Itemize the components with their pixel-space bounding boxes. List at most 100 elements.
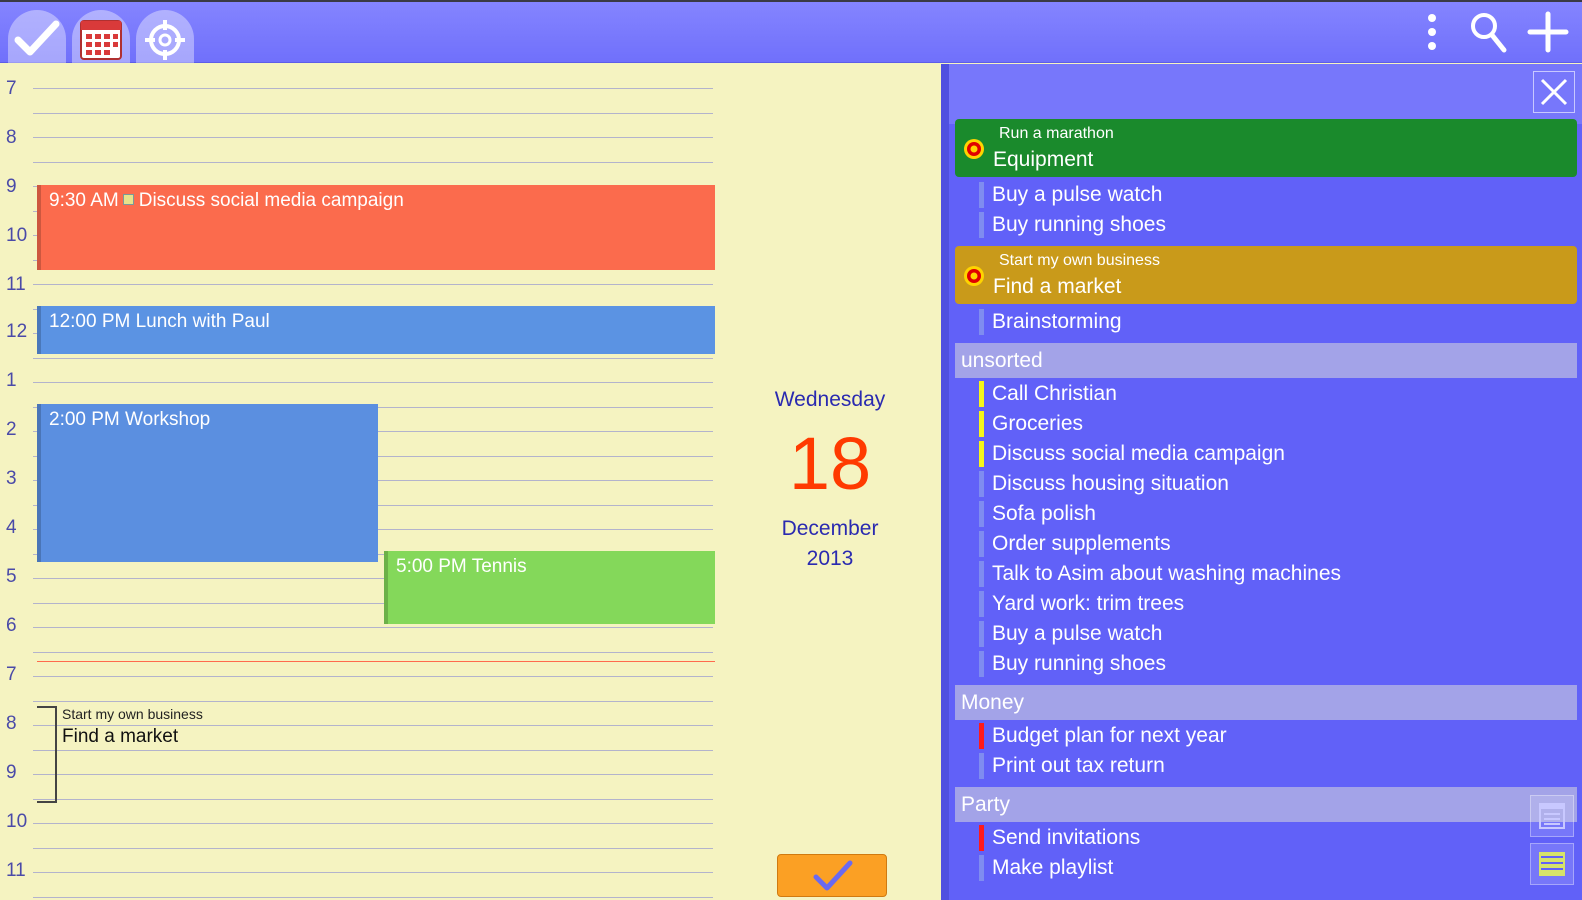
- grid-line: [33, 112, 713, 114]
- calendar-icon: [1539, 803, 1565, 829]
- group-header-party[interactable]: Party: [955, 787, 1577, 822]
- group-header-money[interactable]: Money: [955, 685, 1577, 720]
- grid-line: [33, 88, 713, 89]
- event-time: 5:00 PM: [396, 556, 467, 577]
- task-item[interactable]: Talk to Asim about washing machines: [979, 559, 1341, 589]
- priority-bar: [979, 411, 984, 437]
- task-item[interactable]: Budget plan for next year: [979, 721, 1227, 751]
- checkmark-icon: [813, 860, 853, 891]
- date-weekday: Wednesday: [774, 388, 886, 411]
- scheduled-goal-task[interactable]: Find a market: [62, 726, 178, 748]
- plus-icon[interactable]: [1526, 10, 1570, 54]
- priority-bar: [979, 309, 984, 335]
- task-marker-icon: [122, 194, 134, 205]
- list-view-button[interactable]: [1530, 843, 1574, 885]
- tab-goals[interactable]: [136, 10, 194, 63]
- priority-bar: [979, 855, 984, 881]
- scheduled-goal-name[interactable]: Start my own business: [62, 706, 203, 722]
- priority-bar: [979, 212, 984, 238]
- task-item[interactable]: Buy a pulse watch: [979, 180, 1162, 210]
- task-label: Talk to Asim about washing machines: [992, 562, 1342, 585]
- more-vertical-icon[interactable]: [1410, 10, 1454, 54]
- task-item[interactable]: Make playlist: [979, 853, 1113, 883]
- current-time-line: [37, 661, 715, 662]
- task-label: Call Christian: [992, 382, 1117, 405]
- event-time: 12:00 PM: [49, 311, 131, 332]
- priority-bar: [979, 561, 984, 587]
- calendar-view-button[interactable]: [1530, 795, 1574, 837]
- event-title: Workshop: [125, 409, 211, 430]
- grid-line: [33, 774, 713, 775]
- close-panel-button[interactable]: [1533, 71, 1575, 113]
- date-month: December: [781, 517, 879, 540]
- event-card[interactable]: 5:00 PM Tennis: [384, 551, 715, 624]
- priority-bar: [979, 753, 984, 779]
- day-calendar-grid[interactable]: 7 8 9 10 11 12 1 2 3 4 5 6 7 8 9 10 11 9…: [0, 64, 720, 900]
- hour-label: 7: [6, 664, 17, 685]
- task-item[interactable]: Send invitations: [979, 823, 1140, 853]
- hour-label: 1: [6, 370, 17, 391]
- goal-card[interactable]: Start my own business Find a market: [955, 246, 1577, 304]
- search-icon[interactable]: [1467, 10, 1511, 54]
- grid-line: [33, 872, 713, 873]
- priority-bar: [979, 723, 984, 749]
- grid-line: [33, 137, 713, 138]
- task-item[interactable]: Groceries: [979, 409, 1083, 439]
- task-item[interactable]: Order supplements: [979, 529, 1171, 559]
- priority-bar: [979, 825, 984, 851]
- hour-label: 3: [6, 468, 17, 489]
- task-label: Groceries: [992, 412, 1084, 435]
- grid-line: [33, 896, 713, 898]
- done-button[interactable]: [777, 854, 887, 897]
- task-panel-header: [949, 64, 1582, 124]
- task-item[interactable]: Print out tax return: [979, 751, 1165, 781]
- priority-bar: [979, 651, 984, 677]
- task-item[interactable]: Buy running shoes: [979, 649, 1166, 679]
- hour-label: 8: [6, 127, 17, 148]
- task-label: Buy running shoes: [992, 652, 1166, 675]
- goal-name: Start my own business: [999, 252, 1160, 269]
- panel-divider: [941, 64, 949, 900]
- priority-bar: [979, 182, 984, 208]
- hour-label: 4: [6, 517, 17, 538]
- group-header-unsorted[interactable]: unsorted: [955, 343, 1577, 378]
- task-label: Discuss housing situation: [992, 472, 1229, 495]
- task-item[interactable]: Discuss housing situation: [979, 469, 1229, 499]
- task-item[interactable]: Call Christian: [979, 379, 1117, 409]
- tab-calendar[interactable]: [72, 10, 130, 63]
- task-item[interactable]: Sofa polish: [979, 499, 1096, 529]
- grid-line: [33, 382, 713, 383]
- priority-bar: [979, 621, 984, 647]
- task-item[interactable]: Brainstorming: [979, 307, 1122, 337]
- priority-bar: [979, 441, 984, 467]
- grid-line: [33, 284, 713, 285]
- hour-label: 10: [6, 225, 28, 246]
- priority-bar: [979, 501, 984, 527]
- goal-card[interactable]: Run a marathon Equipment: [955, 119, 1577, 177]
- event-card[interactable]: 9:30 AM Discuss social media campaign: [37, 185, 715, 270]
- tab-tasks[interactable]: [8, 10, 66, 63]
- task-item[interactable]: Buy a pulse watch: [979, 619, 1162, 649]
- task-label: Buy running shoes: [992, 213, 1166, 236]
- hour-label: 6: [6, 615, 17, 636]
- task-item[interactable]: Discuss social media campaign: [979, 439, 1285, 469]
- task-label: Buy a pulse watch: [992, 183, 1163, 206]
- priority-bar: [979, 471, 984, 497]
- priority-bar: [979, 531, 984, 557]
- hour-label: 5: [6, 566, 17, 587]
- event-time: 9:30 AM: [49, 190, 119, 211]
- grid-line: [33, 357, 713, 359]
- event-card[interactable]: 12:00 PM Lunch with Paul: [37, 306, 715, 354]
- event-title: Lunch with Paul: [135, 311, 270, 332]
- task-label: Buy a pulse watch: [992, 622, 1163, 645]
- task-label: Make playlist: [992, 856, 1114, 879]
- goal-target-icon: [964, 139, 984, 159]
- grid-line: [33, 749, 713, 751]
- grid-line: [33, 161, 713, 163]
- hour-label: 9: [6, 176, 17, 197]
- task-item[interactable]: Buy running shoes: [979, 210, 1166, 240]
- event-card[interactable]: 2:00 PM Workshop: [37, 404, 378, 562]
- task-item[interactable]: Yard work: trim trees: [979, 589, 1184, 619]
- hour-label: 7: [6, 78, 17, 99]
- task-panel: Run a marathon Equipment Buy a pulse wat…: [949, 64, 1582, 900]
